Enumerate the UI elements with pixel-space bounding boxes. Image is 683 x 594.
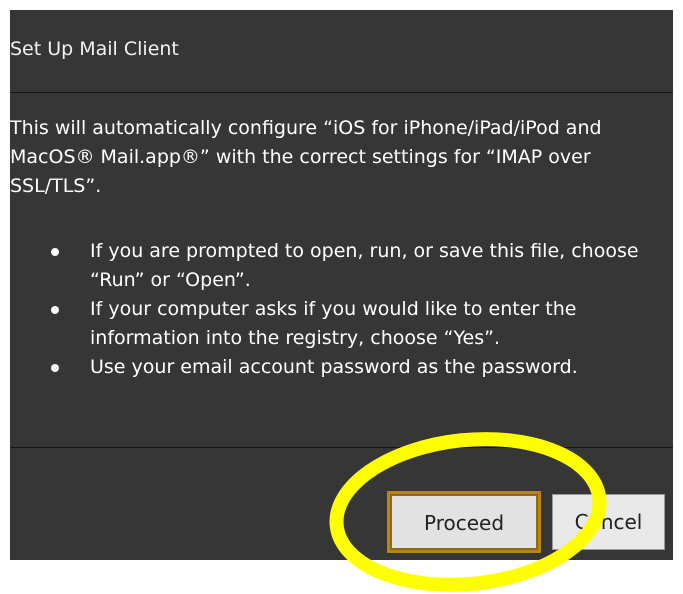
list-item: If you are prompted to open, run, or sav… bbox=[48, 237, 668, 295]
dialog-title: Set Up Mail Client bbox=[10, 38, 179, 60]
dialog-description: This will automatically configure “iOS f… bbox=[10, 117, 602, 197]
cancel-button[interactable]: Cancel bbox=[552, 494, 665, 550]
footer-divider bbox=[10, 447, 673, 448]
list-item-text: If your computer asks if you would like … bbox=[90, 298, 577, 349]
bullet-icon bbox=[51, 364, 59, 372]
bullet-icon bbox=[51, 248, 59, 256]
setup-mail-client-dialog: Set Up Mail Client This will automatical… bbox=[10, 10, 673, 560]
list-item-text: Use your email account password as the p… bbox=[90, 356, 578, 378]
bullet-icon bbox=[51, 306, 59, 314]
proceed-button[interactable]: Proceed bbox=[387, 491, 541, 553]
list-item-text: If you are prompted to open, run, or sav… bbox=[90, 240, 639, 291]
list-item: If your computer asks if you would like … bbox=[48, 295, 668, 353]
list-item: Use your email account password as the p… bbox=[48, 353, 668, 382]
dialog-header: Set Up Mail Client bbox=[10, 10, 673, 92]
instructions-list: If you are prompted to open, run, or sav… bbox=[48, 237, 668, 382]
header-divider bbox=[10, 92, 673, 93]
